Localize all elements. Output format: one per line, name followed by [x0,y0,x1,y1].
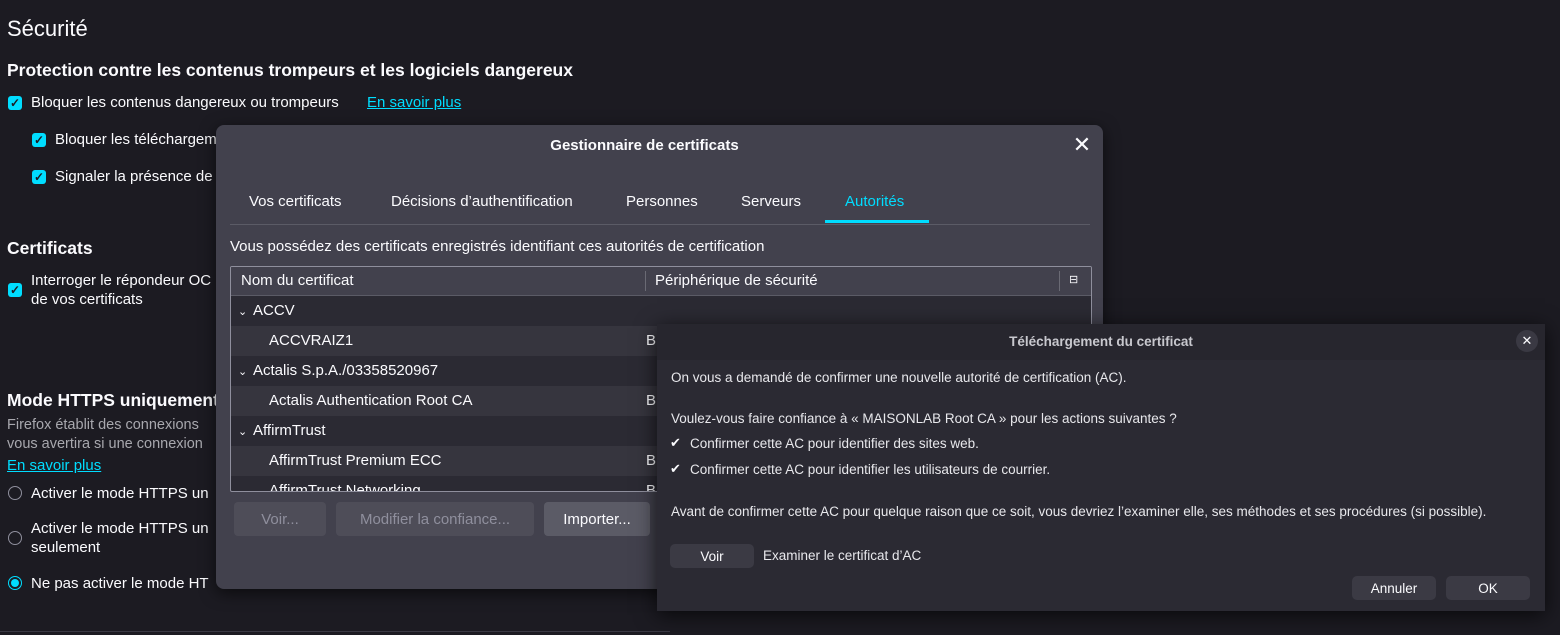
https-private-only-label-line1: Activer le mode HTTPS un [31,520,209,537]
https-disabled-label: Ne pas activer le mode HT [31,575,209,592]
trust-question: Voulez-vous faire confiance à « MAISONLA… [671,411,1177,426]
trust-email-label: Confirmer cette AC pour identifier les u… [690,462,1051,477]
tree-group-row[interactable]: ⌄ ACCV [231,296,1091,326]
trust-websites-label: Confirmer cette AC pour identifier des s… [690,436,979,451]
cert-device: B [646,452,657,469]
report-unwanted-label: Signaler la présence de [55,168,213,185]
https-private-only-label-line2: seulement [31,539,101,556]
report-unwanted-checkbox[interactable]: ✓ [32,170,46,184]
group-name: AffirmTrust [253,422,326,439]
column-separator[interactable] [1059,271,1060,291]
active-tab-indicator [825,220,929,223]
column-picker-icon[interactable]: ⊟ [1069,273,1078,286]
cert-device: B [646,392,657,409]
edit-trust-button[interactable]: Modifier la confiance... [336,502,534,536]
certificates-heading: Certificats [7,238,93,258]
ocsp-checkbox[interactable]: ✓ [8,283,22,297]
section-title: Sécurité [7,16,88,41]
ocsp-label-line1: Interroger le répondeur OC [31,272,212,289]
import-button[interactable]: Importer... [544,502,650,536]
https-private-only-radio[interactable] [8,531,22,545]
cert-device: B [646,332,657,349]
ok-button[interactable]: OK [1446,576,1530,600]
tab-your-certificates[interactable]: Vos certificats [249,193,342,210]
cert-name: Actalis Authentication Root CA [269,392,473,409]
block-downloads-label: Bloquer les téléchargem [55,131,217,148]
tab-servers[interactable]: Serveurs [741,193,801,210]
block-dangerous-checkbox[interactable]: ✓ [8,96,22,110]
tab-people[interactable]: Personnes [626,193,698,210]
view-ca-button[interactable]: Voir [670,544,754,568]
close-icon[interactable]: ✕ [1516,330,1538,352]
tab-divider [230,224,1090,225]
https-desc-line1: Firefox établit des connexions [7,417,199,433]
learn-more-link[interactable]: En savoir plus [367,94,461,111]
block-dangerous-label: Bloquer les contenus dangereux ou trompe… [31,94,339,111]
chevron-down-icon[interactable]: ⌄ [238,365,247,378]
dialog-title: Téléchargement du certificat [1009,334,1193,349]
column-header-device[interactable]: Périphérique de sécurité [655,272,818,289]
trust-email-checkbox[interactable]: ✔ [670,461,681,477]
https-learn-more-link[interactable]: En savoir plus [7,457,101,474]
https-disabled-radio[interactable] [8,576,22,590]
column-separator[interactable] [645,271,646,291]
https-heading: Mode HTTPS uniquement [7,390,219,410]
view-button[interactable]: Voir... [234,502,326,536]
column-header-name[interactable]: Nom du certificat [241,272,354,289]
cert-name: ACCVRAIZ1 [269,332,354,349]
group-name: Actalis S.p.A./03358520967 [253,362,439,379]
protection-heading: Protection contre les contenus trompeurs… [7,60,573,80]
certificate-download-dialog: Téléchargement du certificat ✕ On vous a… [657,324,1545,611]
cancel-button[interactable]: Annuler [1352,576,1436,600]
chevron-down-icon[interactable]: ⌄ [238,425,247,438]
group-name: ACCV [253,302,295,319]
cert-name: AffirmTrust Premium ECC [269,452,442,469]
close-icon[interactable]: ✕ [1069,133,1095,159]
chevron-down-icon[interactable]: ⌄ [238,305,247,318]
cert-name: AffirmTrust Networking [269,482,421,492]
trust-websites-checkbox[interactable]: ✔ [670,435,681,451]
view-ca-label: Examiner le certificat d’AC [763,548,922,563]
tab-authorities[interactable]: Autorités [845,193,904,210]
intro-text: On vous a demandé de confirmer une nouve… [671,370,1127,385]
https-all-windows-label: Activer le mode HTTPS un [31,485,209,502]
dialog-title: Gestionnaire de certificats [550,137,739,154]
warning-text: Avant de confirmer cette AC pour quelque… [671,504,1487,519]
https-desc-line2: vous avertira si une connexion [7,436,203,452]
divider [0,631,670,632]
cert-device: B [646,482,657,492]
authorities-description: Vous possédez des certificats enregistré… [230,238,765,255]
tree-header: Nom du certificat Périphérique de sécuri… [231,267,1091,296]
tab-auth-decisions[interactable]: Décisions d’authentification [391,193,573,210]
ocsp-label-line2: de vos certificats [31,291,143,308]
https-all-windows-radio[interactable] [8,486,22,500]
block-downloads-checkbox[interactable]: ✓ [32,133,46,147]
